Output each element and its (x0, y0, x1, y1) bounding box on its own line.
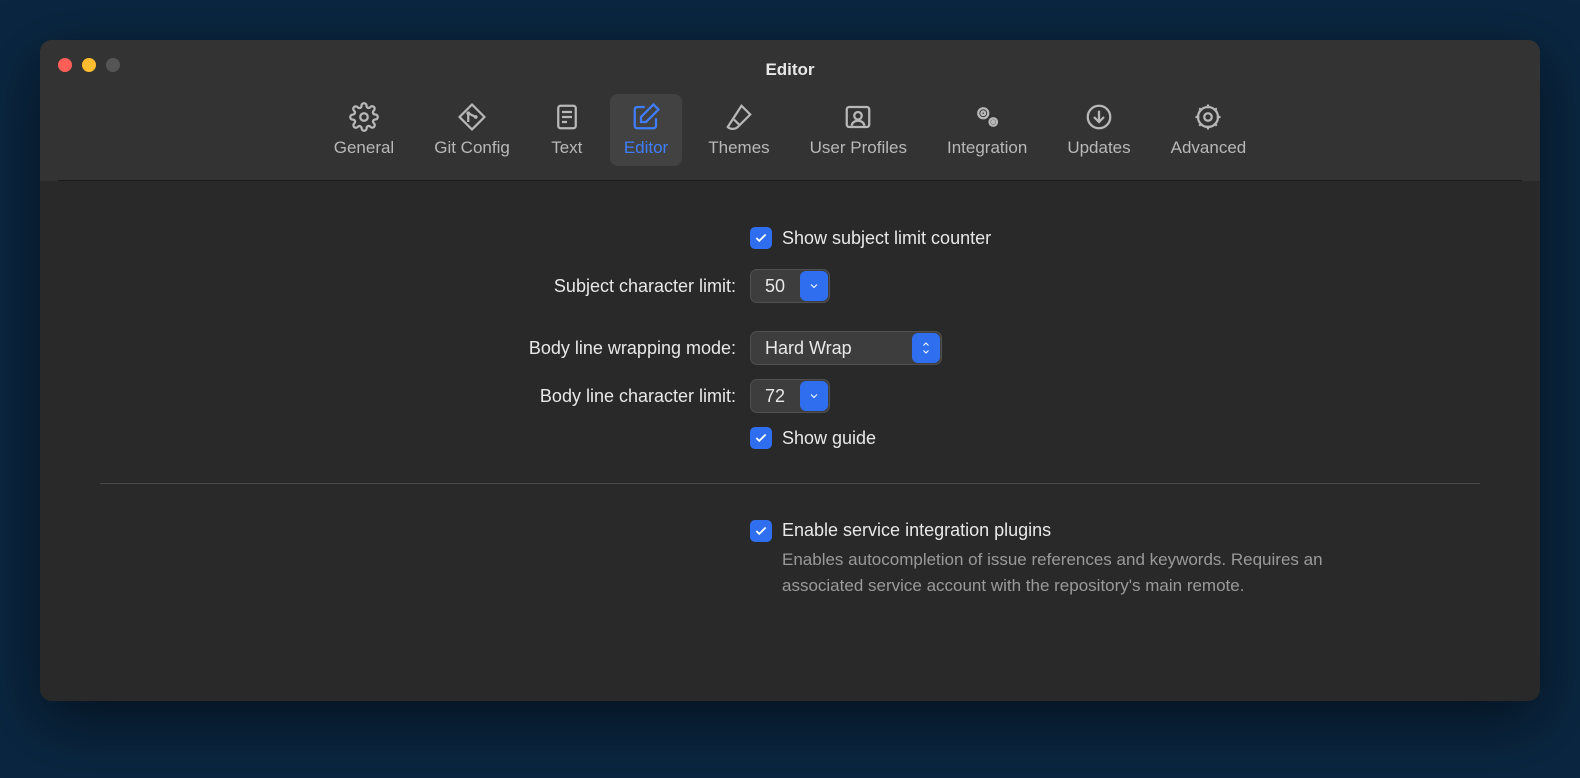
edit-icon (629, 100, 663, 134)
tab-advanced[interactable]: Advanced (1157, 94, 1261, 166)
subject-limit-value: 50 (751, 272, 799, 301)
subject-limit-combo[interactable]: 50 (750, 269, 830, 303)
plugins-help-text: Enables autocompletion of issue referenc… (782, 547, 1402, 598)
tab-label: User Profiles (810, 138, 907, 158)
tab-label: Text (551, 138, 582, 158)
tab-integration[interactable]: Integration (933, 94, 1041, 166)
preferences-window: Editor General Git Config Text (40, 40, 1540, 701)
body-wrap-mode-label: Body line wrapping mode: (100, 338, 750, 359)
tab-text[interactable]: Text (536, 94, 598, 166)
tab-label: Updates (1067, 138, 1130, 158)
tab-label: Advanced (1171, 138, 1247, 158)
body-char-limit-value: 72 (751, 382, 799, 411)
subject-limit-label: Subject character limit: (100, 276, 750, 297)
enable-plugins-checkbox[interactable] (750, 520, 772, 542)
tab-label: Integration (947, 138, 1027, 158)
show-subject-limit-label[interactable]: Show subject limit counter (782, 228, 991, 249)
close-button[interactable] (58, 58, 72, 72)
body-wrap-mode-select[interactable]: Hard Wrap (750, 331, 942, 365)
enable-plugins-label[interactable]: Enable service integration plugins (782, 520, 1402, 541)
zoom-button[interactable] (106, 58, 120, 72)
updown-icon (912, 333, 940, 363)
chevron-down-icon (800, 271, 828, 301)
tab-themes[interactable]: Themes (694, 94, 783, 166)
git-icon (455, 100, 489, 134)
advanced-gear-icon (1191, 100, 1225, 134)
tab-general[interactable]: General (320, 94, 408, 166)
minimize-button[interactable] (82, 58, 96, 72)
tab-user-profiles[interactable]: User Profiles (796, 94, 921, 166)
body-char-limit-combo[interactable]: 72 (750, 379, 830, 413)
brush-icon (722, 100, 756, 134)
body-wrap-mode-value: Hard Wrap (751, 334, 911, 363)
tab-git-config[interactable]: Git Config (420, 94, 524, 166)
body-char-limit-label: Body line character limit: (100, 386, 750, 407)
tab-editor[interactable]: Editor (610, 94, 682, 166)
text-icon (550, 100, 584, 134)
tab-label: Git Config (434, 138, 510, 158)
user-icon (841, 100, 875, 134)
content-pane: Show subject limit counter Subject chara… (40, 181, 1540, 701)
download-icon (1082, 100, 1116, 134)
tab-label: General (334, 138, 394, 158)
gears-icon (970, 100, 1004, 134)
show-guide-label[interactable]: Show guide (782, 428, 876, 449)
titlebar: Editor General Git Config Text (40, 40, 1540, 181)
chevron-down-icon (800, 381, 828, 411)
show-subject-limit-checkbox[interactable] (750, 227, 772, 249)
preferences-toolbar: General Git Config Text Editor (58, 90, 1522, 181)
tab-label: Editor (624, 138, 668, 158)
traffic-lights (58, 58, 120, 72)
window-title: Editor (58, 54, 1522, 90)
tab-label: Themes (708, 138, 769, 158)
tab-updates[interactable]: Updates (1053, 94, 1144, 166)
section-divider (100, 483, 1480, 484)
gear-icon (347, 100, 381, 134)
show-guide-checkbox[interactable] (750, 427, 772, 449)
